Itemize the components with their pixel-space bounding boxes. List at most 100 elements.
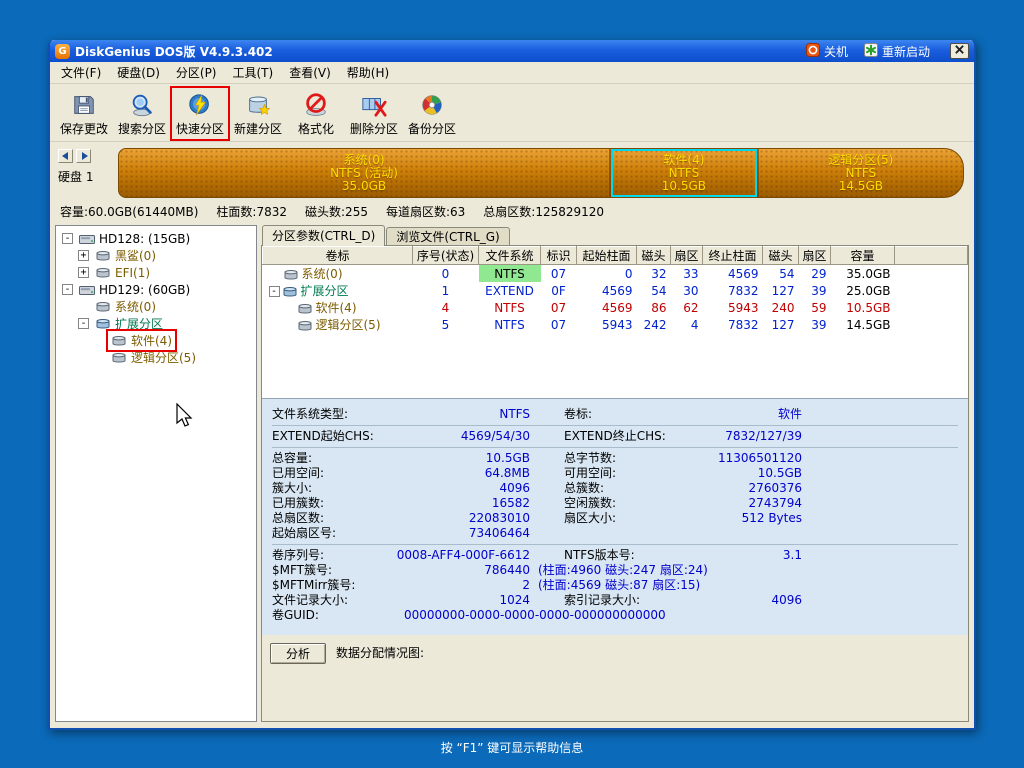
column-header-filler: [895, 247, 968, 265]
analyze-button[interactable]: 分析: [270, 643, 326, 664]
partition-cell: 10.5GB: [831, 299, 895, 316]
detail-label: 文件系统类型:: [272, 407, 394, 422]
detail-value: 3.1: [706, 548, 802, 563]
column-header[interactable]: 容量: [831, 247, 895, 265]
detail-label: EXTEND起始CHS:: [272, 429, 394, 444]
column-header[interactable]: 扇区: [671, 247, 703, 265]
menu-item[interactable]: 分区(P): [168, 62, 225, 83]
tree-item[interactable]: +黑鲨(0): [58, 247, 254, 264]
tree-item[interactable]: 系统(0): [58, 298, 254, 315]
column-header[interactable]: 终止柱面: [703, 247, 763, 265]
tree-expander[interactable]: -: [62, 233, 73, 244]
shutdown-button[interactable]: 关机: [806, 43, 848, 60]
menu-item[interactable]: 查看(V): [281, 62, 339, 83]
close-icon: [954, 44, 965, 58]
tree-item[interactable]: -HD128: (15GB): [58, 230, 254, 247]
detail-row: 总容量:10.5GB总字节数:11306501120: [262, 451, 968, 466]
disk-label: 硬盘 1: [58, 168, 110, 185]
detail-row: 簇大小:4096总簇数:2760376: [262, 481, 968, 496]
toolbar-button[interactable]: 备份分区: [404, 88, 460, 139]
disk-bar-segment[interactable]: 软件(4)NTFS10.5GB: [611, 149, 759, 197]
partition-cell: 59: [799, 299, 831, 316]
toolbar-button[interactable]: 搜索分区: [114, 88, 170, 139]
disk-bar-segment[interactable]: 逻辑分区(5)NTFS14.5GB: [759, 149, 963, 197]
partition-icon: [95, 301, 111, 313]
partition-icon: [297, 303, 313, 315]
tree-item-content: 逻辑分区(5): [108, 348, 199, 367]
segment-size: 10.5GB: [662, 180, 706, 193]
detail-value: 1024: [394, 593, 530, 608]
tree-item[interactable]: +EFI(1): [58, 264, 254, 281]
partition-name: 软件(4): [316, 301, 357, 315]
tree-item-label: HD129: (60GB): [99, 283, 190, 297]
tree-item[interactable]: 逻辑分区(5): [58, 349, 254, 366]
menu-item[interactable]: 帮助(H): [339, 62, 397, 83]
prev-disk-button[interactable]: [58, 149, 73, 163]
partition-cell: NTFS: [479, 299, 541, 316]
tree-expander[interactable]: -: [269, 286, 280, 297]
toolbar-button[interactable]: 快速分区: [172, 88, 228, 139]
tab-browse-files[interactable]: 浏览文件(CTRL_G): [386, 227, 509, 246]
toolbar-button-label: 新建分区: [234, 120, 282, 137]
tree-expander[interactable]: -: [62, 284, 73, 295]
search-icon: [129, 91, 155, 119]
tree-item[interactable]: 软件(4): [58, 332, 254, 349]
detail-value: 64.8MB: [394, 466, 530, 481]
disk-info-bar: 容量:60.0GB(61440MB)柱面数:7832磁头数:255每道扇区数:6…: [50, 200, 974, 222]
left-arrow-icon: [62, 149, 70, 163]
partition-icon: [297, 320, 313, 332]
partition-icon: [95, 250, 111, 262]
titlebar[interactable]: G DiskGenius DOS版 V4.9.3.402 关机 重新启动: [50, 40, 974, 62]
detail-label: 文件记录大小:: [272, 593, 394, 608]
partition-name: 逻辑分区(5): [316, 318, 381, 332]
partition-row[interactable]: 系统(0)0NTFS07032334569542935.0GB: [263, 265, 968, 283]
partition-cell: 07: [541, 265, 577, 283]
toolbar-button[interactable]: 保存更改: [56, 88, 112, 139]
menu-item[interactable]: 工具(T): [225, 62, 282, 83]
column-header[interactable]: 文件系统: [479, 247, 541, 265]
disk-bar-segment[interactable]: 系统(0)NTFS (活动)35.0GB: [119, 149, 611, 197]
partition-row-label: 软件(4): [263, 299, 413, 316]
detail-row: 文件记录大小:1024索引记录大小:4096: [262, 593, 968, 608]
detail-value: 0008-AFF4-000F-6612: [394, 548, 530, 563]
detail-value: 16582: [394, 496, 530, 511]
tree-expander[interactable]: +: [78, 250, 89, 261]
tree-expander[interactable]: -: [78, 318, 89, 329]
disk-info-item: 总扇区数:125829120: [483, 205, 604, 219]
menu-item[interactable]: 文件(F): [53, 62, 109, 83]
segment-fs: NTFS (活动): [330, 167, 398, 180]
tab-partition-params[interactable]: 分区参数(CTRL_D): [262, 225, 385, 246]
tree-item[interactable]: -扩展分区: [58, 315, 254, 332]
column-header[interactable]: 卷标: [263, 247, 413, 265]
column-header[interactable]: 磁头: [637, 247, 671, 265]
detail-row: 已用空间:64.8MB可用空间:10.5GB: [262, 466, 968, 481]
save-icon: [71, 91, 97, 119]
detail-value: 10.5GB: [706, 466, 802, 481]
column-header[interactable]: 标识: [541, 247, 577, 265]
column-header[interactable]: 起始柱面: [577, 247, 637, 265]
partition-row[interactable]: -扩展分区1EXTEND0F4569543078321273925.0GB: [263, 282, 968, 299]
tree-expander[interactable]: +: [78, 267, 89, 278]
restart-button[interactable]: 重新启动: [864, 43, 930, 60]
column-header[interactable]: 序号(状态): [413, 247, 479, 265]
partition-row[interactable]: 软件(4)4NTFS074569866259432405910.5GB: [263, 299, 968, 316]
tree-item-content: 黑鲨(0): [92, 246, 159, 265]
toolbar-button[interactable]: 新建分区: [230, 88, 286, 139]
segment-name: 逻辑分区(5): [828, 154, 893, 167]
detail-label: 卷GUID:: [272, 608, 394, 623]
column-header[interactable]: 磁头: [763, 247, 799, 265]
toolbar-button[interactable]: 删除分区: [346, 88, 402, 139]
toolbar-button[interactable]: 格式化: [288, 88, 344, 139]
tree-item[interactable]: - HD129: (60GB): [58, 281, 254, 298]
new-partition-icon: [245, 91, 271, 119]
next-disk-button[interactable]: [76, 149, 91, 163]
detail-divider: [272, 425, 958, 426]
restart-label: 重新启动: [882, 43, 930, 60]
detail-value: 00000000-0000-0000-0000-000000000000: [404, 608, 666, 623]
close-button[interactable]: [950, 43, 969, 59]
partition-row[interactable]: 逻辑分区(5)5NTFS075943242478321273914.5GB: [263, 316, 968, 333]
menu-item[interactable]: 硬盘(D): [109, 62, 168, 83]
partition-cell: 0F: [541, 282, 577, 299]
right-panel: 分区参数(CTRL_D)浏览文件(CTRL_G) 卷标序号(状态)文件系统标识起…: [261, 225, 969, 722]
column-header[interactable]: 扇区: [799, 247, 831, 265]
